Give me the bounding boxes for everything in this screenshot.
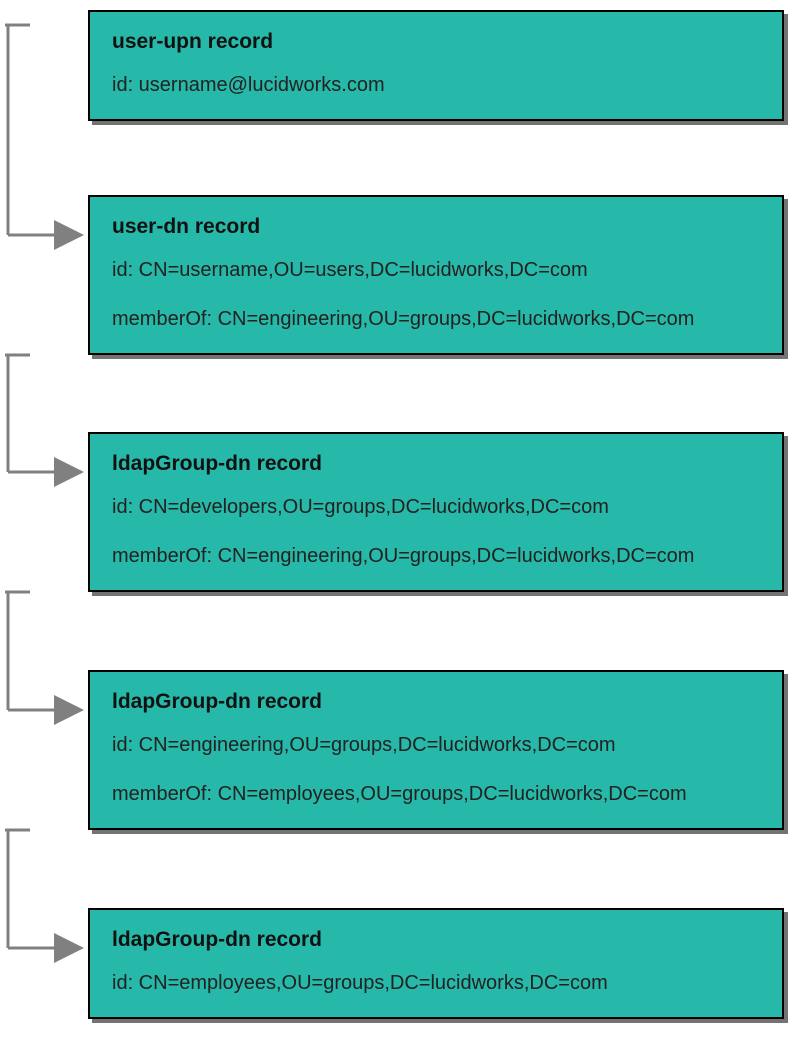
- record-id-line: id: CN=employees,OU=groups,DC=lucidworks…: [112, 970, 760, 997]
- record-box-user-dn: user-dn record id: CN=username,OU=users,…: [88, 195, 784, 355]
- record-box-ldapgroup-developers: ldapGroup-dn record id: CN=developers,OU…: [88, 432, 784, 592]
- record-title: user-dn record: [112, 215, 760, 239]
- record-id-line: id: CN=engineering,OU=groups,DC=lucidwor…: [112, 732, 760, 759]
- record-box-user-upn: user-upn record id: username@lucidworks.…: [88, 10, 784, 121]
- record-memberof-line: memberOf: CN=employees,OU=groups,DC=luci…: [112, 781, 760, 808]
- record-title: ldapGroup-dn record: [112, 928, 760, 952]
- record-box-ldapgroup-employees: ldapGroup-dn record id: CN=employees,OU=…: [88, 908, 784, 1019]
- record-title: ldapGroup-dn record: [112, 690, 760, 714]
- record-box-ldapgroup-engineering: ldapGroup-dn record id: CN=engineering,O…: [88, 670, 784, 830]
- record-id-line: id: CN=username,OU=users,DC=lucidworks,D…: [112, 257, 760, 284]
- diagram-canvas: user-upn record id: username@lucidworks.…: [0, 0, 809, 1054]
- record-id-line: id: CN=developers,OU=groups,DC=lucidwork…: [112, 494, 760, 521]
- record-memberof-line: memberOf: CN=engineering,OU=groups,DC=lu…: [112, 306, 760, 333]
- record-id-line: id: username@lucidworks.com: [112, 72, 760, 99]
- record-title: ldapGroup-dn record: [112, 452, 760, 476]
- record-title: user-upn record: [112, 30, 760, 54]
- record-memberof-line: memberOf: CN=engineering,OU=groups,DC=lu…: [112, 543, 760, 570]
